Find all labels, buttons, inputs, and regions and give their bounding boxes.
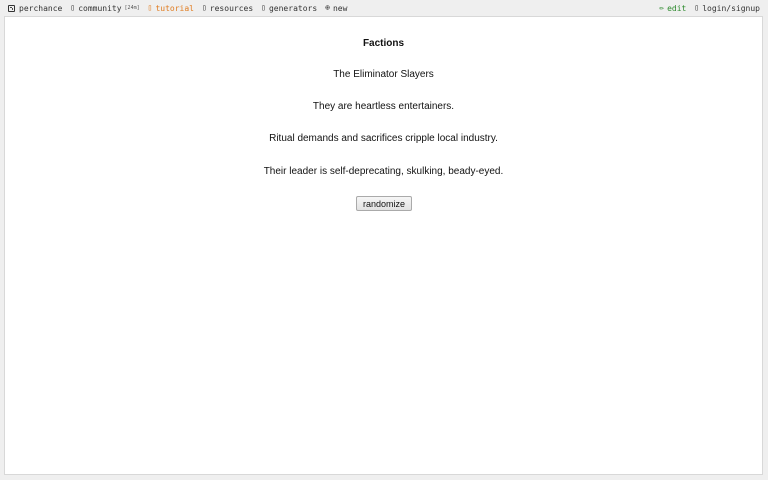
- nav-perchance[interactable]: perchance: [8, 4, 62, 13]
- nav-new-label: new: [332, 3, 348, 13]
- nav-login-label: login/signup: [702, 3, 760, 13]
- top-nav-bar: perchance ▯ community [24m] ▯ tutorial ▯…: [0, 0, 768, 16]
- generator-panel: Factions The Eliminator Slayers They are…: [4, 16, 763, 475]
- nav-resources[interactable]: ▯ resources: [202, 4, 253, 13]
- nav-edit[interactable]: ✏ edit: [659, 4, 686, 13]
- link-icon: ▯: [201, 3, 207, 12]
- nav-resources-label: resources: [209, 3, 254, 13]
- output-line-leader: Their leader is self-deprecating, skulki…: [263, 166, 504, 177]
- user-icon: ▯: [694, 3, 700, 12]
- die-icon: [8, 4, 15, 12]
- nav-right: ✏ edit ▯ login/signup: [651, 4, 760, 13]
- pencil-icon: ✏: [659, 3, 665, 12]
- output-line-ritual: Ritual demands and sacrifices cripple lo…: [269, 133, 498, 144]
- list-icon: ▯: [261, 3, 266, 12]
- page-title: Factions: [362, 38, 405, 49]
- nav-edit-label: edit: [667, 3, 687, 13]
- chat-icon: ▯: [70, 3, 76, 12]
- book-icon: ▯: [147, 3, 153, 12]
- nav-perchance-label: perchance: [19, 3, 63, 13]
- nav-new[interactable]: ⊕ new: [325, 4, 347, 13]
- output-line-name: The Eliminator Slayers: [333, 69, 434, 80]
- plus-circle-icon: ⊕: [325, 3, 330, 12]
- nav-tutorial-label: tutorial: [155, 3, 194, 13]
- nav-community[interactable]: ▯ community [24m]: [70, 4, 139, 13]
- nav-left: perchance ▯ community [24m] ▯ tutorial ▯…: [8, 4, 355, 13]
- nav-generators-label: generators: [268, 3, 318, 13]
- output-line-trait: They are heartless entertainers.: [312, 101, 455, 112]
- nav-generators[interactable]: ▯ generators: [261, 4, 317, 13]
- nav-community-label: community: [78, 3, 122, 13]
- randomize-button[interactable]: randomize: [356, 196, 412, 211]
- nav-tutorial[interactable]: ▯ tutorial: [148, 4, 194, 13]
- nav-login[interactable]: ▯ login/signup: [694, 4, 760, 13]
- community-badge: [24m]: [124, 5, 140, 11]
